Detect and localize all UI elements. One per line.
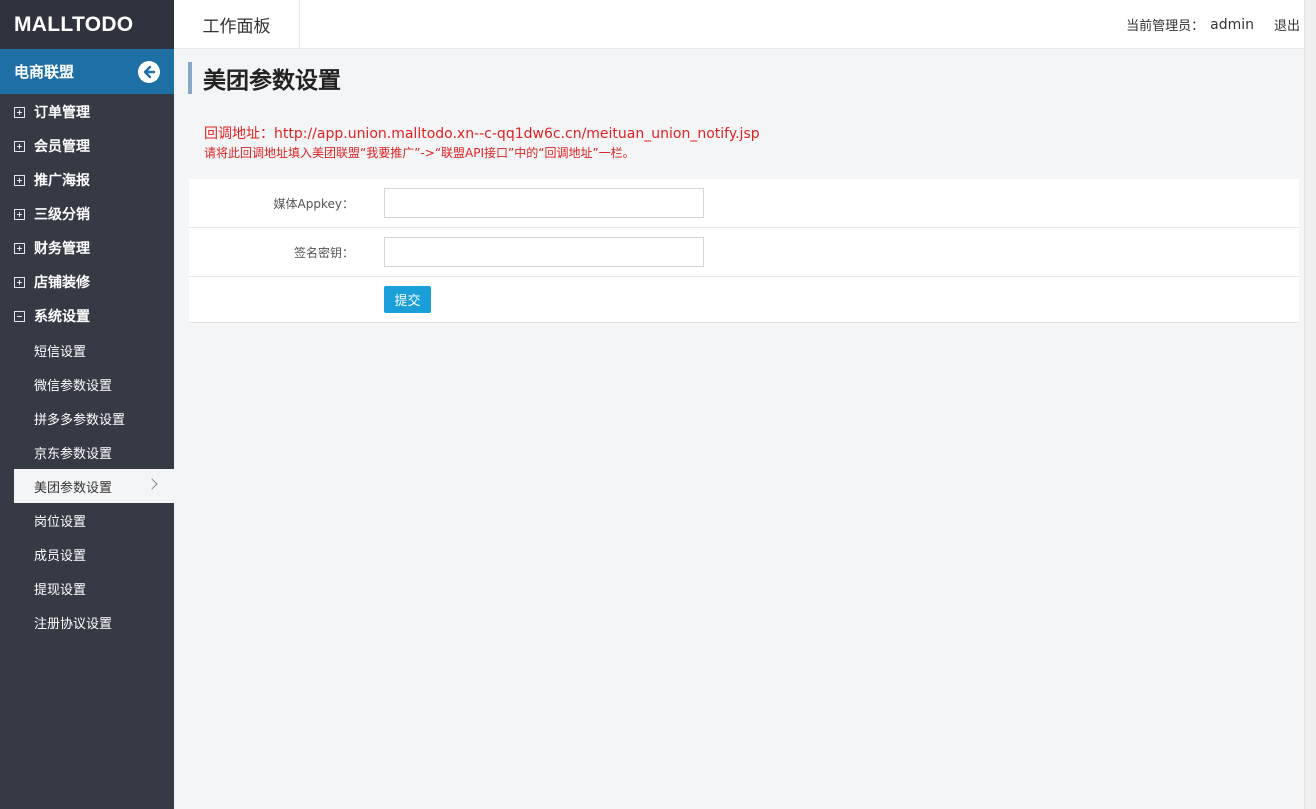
sidebar-item-label: 推广海报 <box>34 173 90 189</box>
form-row-secret: 签名密钥： <box>189 228 1299 277</box>
collapse-minus-icon <box>14 310 25 322</box>
sidebar-item-label: 三级分销 <box>34 207 90 223</box>
callback-url-text: 回调地址：http://app.union.malltodo.xn--c-qq1… <box>204 126 760 142</box>
sidebar-item-label: 订单管理 <box>34 105 90 121</box>
section-title: 电商联盟 <box>14 63 75 81</box>
sidebar-section-header: 电商联盟 <box>0 49 174 94</box>
chevron-right-icon <box>146 478 158 490</box>
appkey-label: 媒体Appkey： <box>273 197 354 211</box>
arrow-left-circle-icon[interactable] <box>138 60 160 83</box>
secret-input[interactable] <box>384 237 704 267</box>
meituan-settings-form: 媒体Appkey： 签名密钥： 提交 <box>189 179 1299 323</box>
expand-plus-icon <box>14 140 25 152</box>
sidebar-subitem-jd[interactable]: 京东参数设置 <box>0 435 174 469</box>
sidebar-subitem-agreement[interactable]: 注册协议设置 <box>0 605 174 639</box>
scrollbar[interactable] <box>1304 0 1316 809</box>
sidebar-item-label: 美团参数设置 <box>34 480 113 496</box>
sidebar-item-system-settings[interactable]: 系统设置 <box>0 299 174 333</box>
sidebar-item-distribution[interactable]: 三级分销 <box>0 197 174 231</box>
sidebar-item-posters[interactable]: 推广海报 <box>0 163 174 197</box>
sidebar-subitem-withdrawal[interactable]: 提现设置 <box>0 571 174 605</box>
sidebar-item-label: 店铺装修 <box>34 275 90 291</box>
sidebar-subitem-members[interactable]: 成员设置 <box>0 537 174 571</box>
admin-name: admin <box>1210 16 1254 33</box>
brand-logo: MALLTODO <box>0 0 174 49</box>
secret-label: 签名密钥： <box>293 246 354 260</box>
expand-plus-icon <box>14 106 25 118</box>
page-title: 美团参数设置 <box>188 62 341 94</box>
sidebar-subitem-meituan[interactable]: 美团参数设置 <box>14 469 174 503</box>
sidebar-subitem-wechat[interactable]: 微信参数设置 <box>0 367 174 401</box>
sidebar-item-shop-decoration[interactable]: 店铺装修 <box>0 265 174 299</box>
topbar: 工作面板 当前管理员： admin 退出 <box>174 0 1304 49</box>
expand-plus-icon <box>14 242 25 254</box>
admin-info: 当前管理员： admin 退出 <box>1126 0 1300 49</box>
sidebar-subitem-positions[interactable]: 岗位设置 <box>0 503 174 537</box>
logout-link[interactable]: 退出 <box>1274 15 1300 34</box>
submit-button[interactable]: 提交 <box>384 286 431 313</box>
callback-hint-text: 请将此回调地址填入美团联盟“我要推广”->“联盟API接口”中的“回调地址”一栏… <box>204 146 635 160</box>
sidebar-item-label: 会员管理 <box>34 139 90 155</box>
sidebar-item-label: 财务管理 <box>34 241 90 257</box>
callback-notice: 回调地址：http://app.union.malltodo.xn--c-qq1… <box>204 124 760 162</box>
admin-label: 当前管理员： <box>1126 19 1205 34</box>
sidebar-item-label: 系统设置 <box>34 309 90 325</box>
appkey-input[interactable] <box>384 188 704 218</box>
sidebar: MALLTODO 电商联盟 订单管理 会员管理 推广海报 三级分销 财务管理 店… <box>0 0 174 809</box>
sidebar-item-orders[interactable]: 订单管理 <box>0 95 174 129</box>
expand-plus-icon <box>14 276 25 288</box>
expand-plus-icon <box>14 208 25 220</box>
tab-workspace[interactable]: 工作面板 <box>174 0 300 49</box>
sidebar-subitem-sms[interactable]: 短信设置 <box>0 333 174 367</box>
sidebar-item-members[interactable]: 会员管理 <box>0 129 174 163</box>
sidebar-menu: 订单管理 会员管理 推广海报 三级分销 财务管理 店铺装修 系统设置 短信设置 … <box>0 94 174 639</box>
form-row-appkey: 媒体Appkey： <box>189 179 1299 228</box>
form-row-actions: 提交 <box>189 277 1299 323</box>
sidebar-item-finance[interactable]: 财务管理 <box>0 231 174 265</box>
expand-plus-icon <box>14 174 25 186</box>
sidebar-subitem-pinduoduo[interactable]: 拼多多参数设置 <box>0 401 174 435</box>
